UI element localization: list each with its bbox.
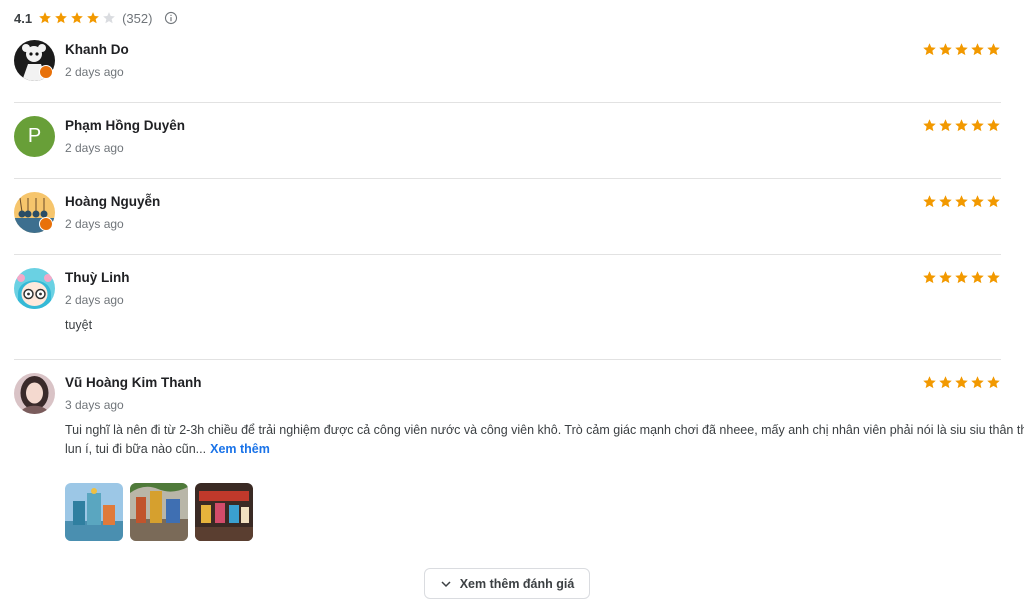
review-time: 2 days ago [65, 65, 124, 79]
review-text-line: Tui nghĩ là nên đi từ 2-3h chiều để trải… [65, 423, 1024, 437]
reviewer-name[interactable]: Vũ Hoàng Kim Thanh [65, 375, 202, 390]
review-item: Vũ Hoàng Kim Thanh 3 days ago Tui nghĩ l… [14, 373, 1024, 548]
review-time: 2 days ago [65, 217, 124, 231]
divider [14, 254, 1001, 255]
star-filled-icon [971, 43, 984, 56]
review-stars [921, 42, 1001, 57]
review-photos [65, 483, 260, 541]
load-more-reviews-button[interactable]: Xem thêm đánh giá [424, 568, 590, 599]
star-filled-icon [939, 119, 952, 132]
star-filled-icon [939, 195, 952, 208]
star-filled-icon [955, 271, 968, 284]
star-filled-icon [955, 376, 968, 389]
reviewer-name[interactable]: Thuỳ Linh [65, 270, 130, 285]
star-filled-icon [987, 119, 1000, 132]
star-filled-icon [55, 12, 67, 24]
review-text: Tui nghĩ là nên đi từ 2-3h chiều để trải… [65, 421, 1024, 459]
review-stars [921, 118, 1001, 133]
review-photo[interactable] [195, 483, 253, 541]
review-item: Khanh Do 2 days ago [14, 40, 1001, 90]
chevron-down-icon [441, 580, 451, 587]
star-filled-icon [955, 195, 968, 208]
local-guide-badge [39, 217, 53, 231]
average-rating: 4.1 [14, 10, 33, 26]
star-empty-icon [103, 12, 115, 24]
star-filled-icon [939, 43, 952, 56]
star-filled-icon [971, 195, 984, 208]
review-time: 2 days ago [65, 141, 124, 155]
star-filled-icon [39, 12, 51, 24]
reviewer-name[interactable]: Hoàng Nguyễn [65, 194, 160, 209]
load-more-label: Xem thêm đánh giá [459, 576, 575, 591]
star-filled-icon [87, 12, 99, 24]
info-icon[interactable] [164, 11, 178, 25]
star-filled-icon [939, 271, 952, 284]
local-guide-badge [39, 65, 53, 79]
read-more-link[interactable]: Xem thêm [210, 442, 270, 456]
review-count: (352) [122, 10, 153, 26]
review-text-truncated: lun í, tui đi bữa nào cũn... [65, 442, 207, 456]
star-filled-icon [923, 119, 936, 132]
star-filled-icon [71, 12, 83, 24]
star-filled-icon [987, 271, 1000, 284]
review-stars [921, 194, 1001, 209]
star-filled-icon [923, 195, 936, 208]
star-filled-icon [955, 43, 968, 56]
divider [14, 359, 1001, 360]
divider [14, 102, 1001, 103]
star-filled-icon [987, 43, 1000, 56]
review-text-line: lun í, tui đi bữa nào cũn... Xem thêm [65, 440, 1001, 459]
review-item: P Phạm Hồng Duyên 2 days ago [14, 116, 1001, 166]
star-filled-icon [955, 119, 968, 132]
star-filled-icon [923, 43, 936, 56]
review-item: Hoàng Nguyễn 2 days ago [14, 192, 1001, 242]
star-filled-icon [971, 119, 984, 132]
review-time: 3 days ago [65, 398, 124, 412]
review-text: tuyệt [65, 318, 93, 332]
divider [14, 178, 1001, 179]
avatar[interactable] [14, 268, 55, 309]
star-filled-icon [971, 271, 984, 284]
review-photo[interactable] [130, 483, 188, 541]
avatar[interactable]: P [14, 116, 55, 157]
reviewer-name[interactable]: Khanh Do [65, 42, 129, 57]
star-filled-icon [923, 376, 936, 389]
avatar-letter: P [27, 125, 42, 147]
review-time: 2 days ago [65, 293, 124, 307]
star-filled-icon [939, 376, 952, 389]
summary-stars [38, 11, 118, 25]
rating-summary: 4.1 (352) [14, 9, 178, 27]
review-photo[interactable] [65, 483, 123, 541]
avatar[interactable] [14, 373, 55, 414]
star-filled-icon [987, 376, 1000, 389]
review-item: Thuỳ Linh 2 days ago tuyệt [14, 268, 1001, 343]
reviewer-name[interactable]: Phạm Hồng Duyên [65, 118, 185, 133]
star-filled-icon [971, 376, 984, 389]
star-filled-icon [987, 195, 1000, 208]
star-filled-icon [923, 271, 936, 284]
review-stars [921, 270, 1001, 285]
review-stars [921, 375, 1001, 390]
